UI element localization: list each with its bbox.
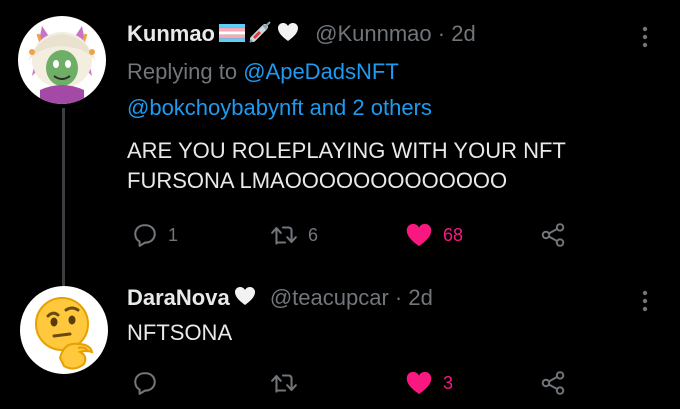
separator-dot: · — [394, 285, 403, 310]
reply-button[interactable]: 1 — [132, 222, 178, 248]
replying-to-line: Replying to @ApeDadsNFT — [127, 58, 399, 86]
reply-icon — [134, 224, 156, 247]
display-name[interactable]: Kunmao — [127, 21, 215, 46]
avatar-image — [20, 286, 108, 374]
tweet-kunmao[interactable]: Kunmao @Kunnmao · 2d Replying to @ApeDad… — [0, 0, 680, 286]
heart-filled-icon — [406, 223, 432, 247]
retweet-icon — [271, 374, 297, 393]
retweet-count: 6 — [308, 224, 319, 245]
tweet-text: ARE YOU ROLEPLAYING WITH YOUR NFT FURSON… — [127, 136, 566, 196]
share-button[interactable] — [540, 222, 566, 248]
avatar[interactable] — [20, 286, 108, 374]
mention-link[interactable]: @ApeDadsNFT — [243, 59, 399, 84]
share-icon — [541, 371, 565, 395]
more-options-icon[interactable] — [642, 26, 648, 48]
timestamp[interactable]: 2d — [408, 285, 432, 310]
reply-count: 1 — [168, 224, 179, 245]
tweet-text-line: FURSONA LMAOOOOOOOOOOOOO — [127, 168, 508, 193]
avatar-image — [18, 16, 106, 104]
like-button[interactable]: 68 — [405, 222, 463, 248]
retweet-button[interactable]: 6 — [270, 222, 318, 248]
reply-icon — [134, 372, 156, 395]
avatar[interactable] — [18, 16, 106, 104]
timestamp[interactable]: 2d — [451, 21, 475, 46]
tweet-header: DaraNova @teacupcar · 2d — [127, 284, 433, 313]
tweet-daranova[interactable]: DaraNova @teacupcar · 2d NFTSONA 3 — [0, 284, 680, 409]
separator-dot: · — [437, 21, 446, 46]
reply-button[interactable] — [132, 370, 158, 396]
tweet-text-line: NFTSONA — [127, 320, 233, 345]
tweet-text-line: ARE YOU ROLEPLAYING WITH YOUR NFT — [127, 138, 566, 163]
replying-to-label: Replying to — [127, 59, 238, 84]
heart-emoji-icon — [277, 21, 299, 49]
handle[interactable]: @teacupcar — [270, 285, 389, 310]
retweet-icon — [271, 226, 297, 245]
trans-flag-icon — [219, 21, 245, 49]
heart-filled-icon — [406, 371, 432, 395]
mention-link[interactable]: @bokchoybabynft — [127, 95, 303, 120]
tweet-header: Kunmao @Kunnmao · 2d — [127, 20, 476, 50]
others-link[interactable]: and 2 others — [303, 95, 432, 120]
more-options-icon[interactable] — [642, 290, 648, 312]
display-name[interactable]: DaraNova — [127, 285, 230, 310]
share-button[interactable] — [540, 370, 566, 396]
tweet-text: NFTSONA — [127, 318, 232, 348]
retweet-button[interactable] — [270, 370, 298, 396]
like-count: 68 — [443, 224, 464, 245]
replying-to-line-2: @bokchoybabynft and 2 others — [127, 94, 432, 122]
heart-emoji-icon — [234, 285, 256, 313]
like-count: 3 — [443, 372, 454, 393]
share-icon — [541, 223, 565, 247]
syringe-icon — [249, 20, 273, 50]
handle[interactable]: @Kunnmao — [315, 21, 432, 46]
like-button[interactable]: 3 — [405, 370, 453, 396]
